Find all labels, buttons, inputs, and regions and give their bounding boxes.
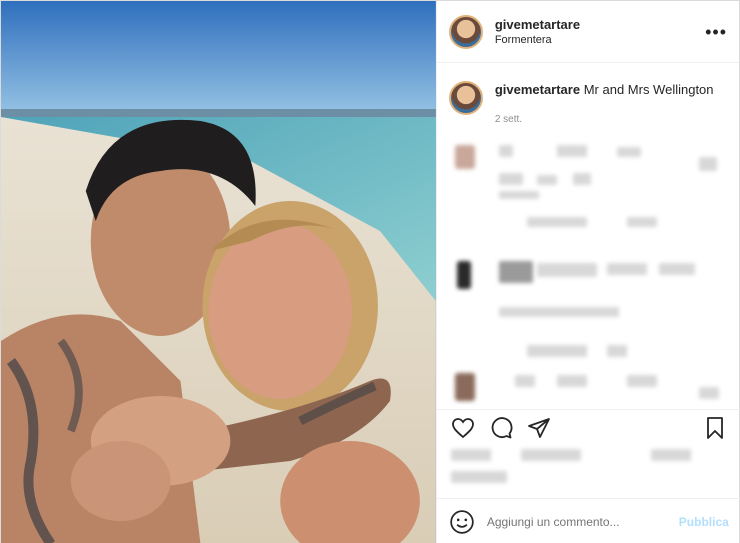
list-item — [498, 145, 513, 157]
list-item — [572, 173, 591, 185]
post-age: 2 sett. — [494, 114, 523, 125]
heart-icon[interactable] — [451, 416, 475, 440]
list-item — [658, 263, 695, 275]
post-caption: givemetartare Mr and Mrs Wellington 2 se… — [437, 63, 739, 129]
author-avatar[interactable] — [448, 14, 483, 49]
list-item — [456, 261, 471, 289]
author-info: givemetartare Formentera — [495, 17, 580, 46]
caption-avatar[interactable] — [448, 81, 483, 115]
list-item — [520, 449, 581, 461]
bookmark-icon[interactable] — [703, 416, 727, 440]
list-item — [698, 157, 717, 171]
list-item — [606, 345, 627, 357]
blurred-likes — [450, 447, 721, 487]
post-sidebar: givemetartare Formentera ••• givemetarta… — [435, 1, 740, 543]
beach-couple-photo — [1, 1, 436, 543]
list-item — [616, 147, 641, 157]
author-username[interactable]: givemetartare — [495, 17, 580, 32]
list-item — [498, 261, 533, 283]
post-photo[interactable] — [1, 1, 436, 543]
list-item — [650, 449, 691, 461]
list-item — [450, 449, 491, 461]
list-item — [514, 375, 535, 387]
smiley-icon[interactable] — [449, 509, 475, 535]
list-item — [498, 191, 539, 199]
list-item — [556, 145, 587, 157]
comment-bubble-icon[interactable] — [489, 416, 513, 440]
list-item — [450, 471, 507, 483]
caption-username[interactable]: givemetartare — [495, 82, 580, 97]
list-item — [454, 373, 475, 401]
post-location[interactable]: Formentera — [495, 34, 580, 46]
caption-text: Mr and Mrs Wellington — [583, 82, 714, 97]
comment-input[interactable] — [486, 514, 657, 529]
post-header: givemetartare Formentera ••• — [436, 1, 739, 63]
blurred-comments — [437, 135, 740, 405]
list-item — [606, 263, 647, 275]
paper-plane-icon[interactable] — [527, 416, 551, 440]
list-item — [526, 345, 587, 357]
publish-button[interactable]: Pubblica — [679, 515, 729, 529]
list-item — [556, 375, 587, 387]
list-item — [498, 173, 523, 185]
add-comment-bar: Pubblica — [436, 498, 740, 543]
list-item — [626, 217, 657, 227]
list-item — [526, 217, 587, 227]
list-item — [536, 263, 597, 277]
post-actions — [436, 409, 740, 445]
list-item — [698, 387, 719, 399]
caption-body: givemetartare Mr and Mrs Wellington 2 se… — [495, 81, 714, 129]
more-horizontal-icon[interactable]: ••• — [705, 23, 727, 41]
list-item — [626, 375, 657, 387]
list-item — [454, 145, 475, 169]
instagram-post: givemetartare Formentera ••• givemetarta… — [0, 0, 740, 543]
list-item — [498, 307, 619, 317]
list-item — [536, 175, 557, 185]
